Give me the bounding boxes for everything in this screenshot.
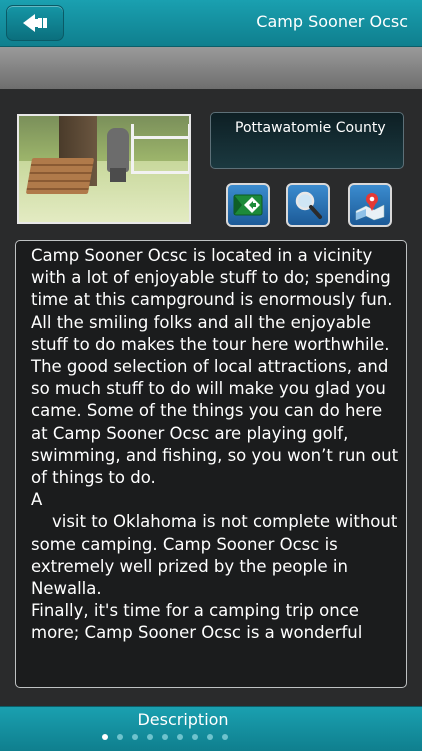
- directions-icon: [233, 194, 263, 216]
- section-title: Description: [137, 710, 229, 729]
- page-dot[interactable]: [132, 734, 138, 740]
- page-dot[interactable]: [102, 734, 108, 740]
- directions-button[interactable]: [226, 183, 270, 227]
- page-dot[interactable]: [177, 734, 183, 740]
- page-dot[interactable]: [147, 734, 153, 740]
- map-button[interactable]: [348, 183, 392, 227]
- page-dot[interactable]: [117, 734, 123, 740]
- county-label: Pottawatomie County: [235, 120, 386, 136]
- page-title: Camp Sooner Ocsc: [256, 12, 408, 31]
- toolbar-strip: [0, 47, 422, 89]
- page-dot[interactable]: [192, 734, 198, 740]
- back-button[interactable]: [6, 5, 64, 41]
- map-pin-icon: [355, 193, 385, 221]
- search-button[interactable]: [286, 183, 330, 227]
- page-dot[interactable]: [222, 734, 228, 740]
- search-icon: [295, 191, 322, 219]
- description-panel[interactable]: Camp Sooner Ocsc is located in a vicinit…: [15, 240, 407, 688]
- top-bar: Camp Sooner Ocsc: [0, 0, 422, 47]
- location-box: Pottawatomie County: [210, 112, 404, 169]
- page-indicator[interactable]: [102, 734, 228, 742]
- campground-photo[interactable]: [17, 114, 191, 224]
- page-dot[interactable]: [162, 734, 168, 740]
- description-text: Camp Sooner Ocsc is located in a vicinit…: [31, 246, 399, 643]
- back-arrow-icon: [23, 14, 47, 32]
- page-dot[interactable]: [207, 734, 213, 740]
- bottom-bar: Description: [0, 706, 422, 751]
